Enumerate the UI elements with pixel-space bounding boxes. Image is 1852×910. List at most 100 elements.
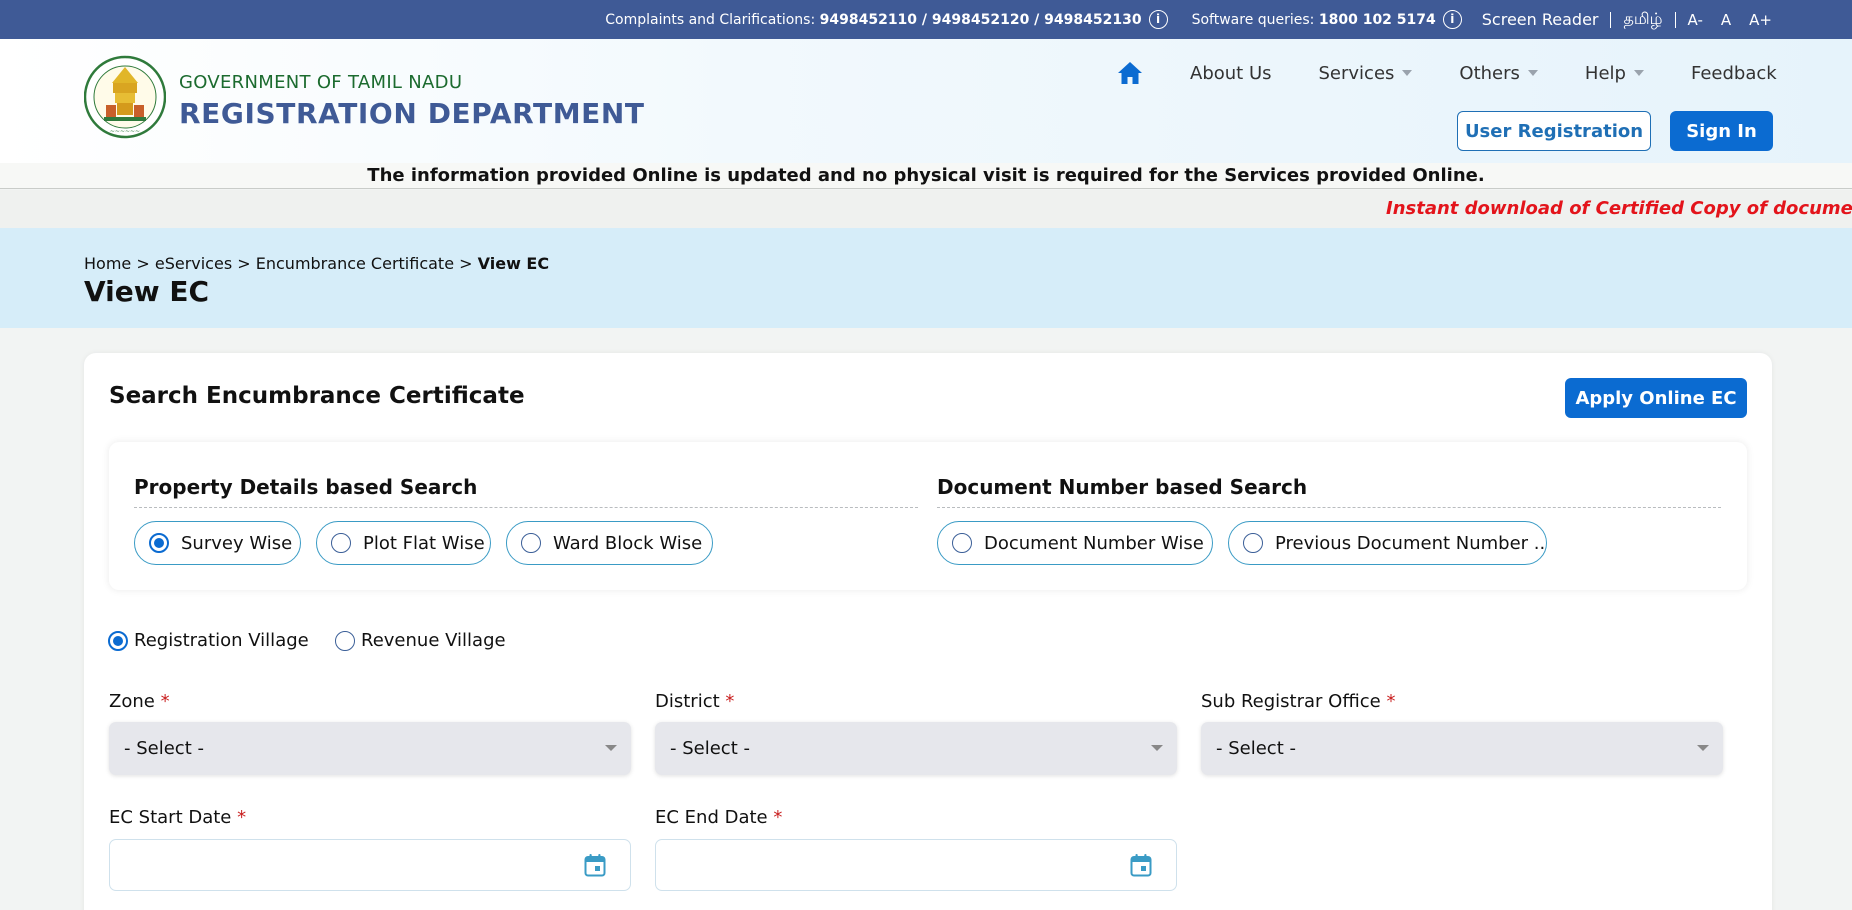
required-mark: * (160, 691, 170, 712)
chevron-down-icon (1402, 70, 1413, 76)
previous-document-number-label: Previous Document Number .. (1275, 532, 1546, 554)
breadcrumb-encumbrance-certificate[interactable]: Encumbrance Certificate (256, 254, 454, 273)
ward-block-wise-label: Ward Block Wise (553, 532, 703, 554)
nav-services[interactable]: Services (1319, 63, 1413, 84)
scrolling-announcement[interactable]: Instant download of Certified Copy of do… (0, 190, 1852, 228)
previous-document-number-option[interactable]: Previous Document Number .. (1228, 521, 1547, 565)
info-icon[interactable]: i (1148, 10, 1168, 29)
department-name: REGISTRATION DEPARTMENT (179, 97, 645, 130)
search-ec-card: Search Encumbrance Certificate Apply Onl… (84, 353, 1772, 910)
dropdown-arrow-icon (1151, 745, 1163, 751)
revenue-village-option[interactable]: Revenue Village (335, 630, 506, 651)
top-utility-row: Complaints and Clarifications: 949845211… (605, 9, 1772, 30)
district-label-text: District (655, 691, 720, 712)
document-number-wise-option[interactable]: Document Number Wise (937, 521, 1213, 565)
divider (134, 507, 918, 508)
home-icon (1118, 62, 1142, 84)
survey-wise-option[interactable]: Survey Wise (134, 521, 301, 565)
zone-label: Zone * (109, 691, 170, 712)
divider (1674, 11, 1676, 28)
breadcrumb-current: View EC (477, 254, 550, 273)
survey-wise-label: Survey Wise (181, 532, 293, 554)
radio-icon (952, 533, 972, 553)
ward-block-wise-option[interactable]: Ward Block Wise (506, 521, 713, 565)
nav-services-label: Services (1318, 62, 1395, 84)
ec-end-date-label: EC End Date * (655, 807, 782, 828)
sub-registrar-office-label: Sub Registrar Office * (1201, 691, 1395, 712)
document-number-wise-label: Document Number Wise (984, 532, 1204, 554)
info-icon[interactable]: i (1442, 10, 1462, 29)
top-utility-bar: Complaints and Clarifications: 949845211… (0, 0, 1852, 39)
divider (937, 507, 1721, 508)
svg-text:~~~~~~: ~~~~~~ (110, 128, 140, 135)
breadcrumb-eservices[interactable]: eServices (155, 254, 232, 273)
radio-icon (331, 533, 351, 553)
font-normal-button[interactable]: A (1721, 11, 1731, 29)
nav-feedback[interactable]: Feedback (1691, 63, 1777, 84)
sro-select-value: - Select - (1216, 738, 1296, 759)
registration-village-option[interactable]: Registration Village (108, 630, 309, 651)
sign-in-button[interactable]: Sign In (1670, 111, 1773, 151)
breadcrumb-separator: > (459, 254, 473, 273)
district-select-value: - Select - (670, 738, 750, 759)
page-banner: Home > eServices > Encumbrance Certifica… (0, 228, 1852, 328)
radio-selected-icon (108, 630, 128, 651)
font-increase-button[interactable]: A+ (1749, 11, 1772, 29)
software-label: Software queries: (1191, 11, 1315, 28)
ec-start-date-input[interactable] (109, 839, 631, 891)
required-mark: * (1386, 691, 1396, 712)
ec-start-date-label: EC Start Date * (109, 807, 246, 828)
screen-reader-link[interactable]: Screen Reader (1482, 10, 1599, 29)
ec-end-label-text: EC End Date (655, 807, 768, 828)
document-search-title: Document Number based Search (937, 475, 1308, 499)
card-title: Search Encumbrance Certificate (109, 383, 525, 409)
search-type-panel: Property Details based Search Document N… (109, 442, 1747, 590)
required-mark: * (773, 807, 783, 828)
breadcrumb-home[interactable]: Home (84, 254, 131, 273)
district-label: District * (655, 691, 734, 712)
plot-flat-wise-option[interactable]: Plot Flat Wise (316, 521, 491, 565)
font-decrease-button[interactable]: A- (1688, 11, 1703, 29)
ec-end-date-input[interactable] (655, 839, 1177, 891)
nav-help[interactable]: Help (1585, 63, 1644, 84)
user-registration-button[interactable]: User Registration (1457, 111, 1651, 151)
home-nav-item[interactable] (1117, 61, 1143, 85)
chevron-down-icon (1527, 70, 1538, 76)
required-mark: * (725, 691, 735, 712)
nav-about-us-label: About Us (1190, 62, 1272, 84)
radio-selected-icon (149, 533, 169, 553)
apply-online-ec-button[interactable]: Apply Online EC (1565, 378, 1747, 418)
calendar-icon[interactable] (1130, 853, 1152, 877)
required-mark: * (237, 807, 247, 828)
radio-icon (521, 533, 541, 553)
registration-village-label: Registration Village (134, 630, 309, 651)
page-title: View EC (84, 275, 210, 308)
nav-feedback-label: Feedback (1690, 62, 1777, 84)
nav-others-label: Others (1459, 62, 1520, 84)
breadcrumb-separator: > (237, 254, 251, 273)
dropdown-arrow-icon (605, 745, 617, 751)
radio-icon (335, 630, 355, 651)
radio-icon (1243, 533, 1263, 553)
zone-select[interactable]: - Select - (109, 722, 631, 775)
district-select[interactable]: - Select - (655, 722, 1177, 775)
zone-label-text: Zone (109, 691, 155, 712)
nav-help-label: Help (1584, 62, 1626, 84)
nav-others[interactable]: Others (1459, 63, 1538, 84)
tamil-language-link[interactable]: தமிழ் (1623, 9, 1662, 30)
divider (1610, 11, 1612, 28)
tamil-nadu-emblem-logo[interactable]: ~~~~~~ (84, 53, 166, 143)
site-header: ~~~~~~ GOVERNMENT OF TAMIL NADU REGISTRA… (0, 39, 1852, 163)
sro-label-text: Sub Registrar Office (1201, 691, 1381, 712)
breadcrumb-separator: > (136, 254, 150, 273)
complaints-numbers: 9498452110 / 9498452120 / 9498452130 (819, 11, 1142, 28)
main-nav: About Us Services Others Help Feedback (1117, 61, 1777, 85)
chevron-down-icon (1633, 70, 1644, 76)
sub-registrar-office-select[interactable]: - Select - (1201, 722, 1723, 775)
plot-flat-wise-label: Plot Flat Wise (363, 532, 485, 554)
complaints-label: Complaints and Clarifications: (605, 11, 816, 28)
dropdown-arrow-icon (1697, 745, 1709, 751)
nav-about-us[interactable]: About Us (1190, 63, 1272, 84)
calendar-icon[interactable] (584, 853, 606, 877)
revenue-village-label: Revenue Village (361, 630, 506, 651)
